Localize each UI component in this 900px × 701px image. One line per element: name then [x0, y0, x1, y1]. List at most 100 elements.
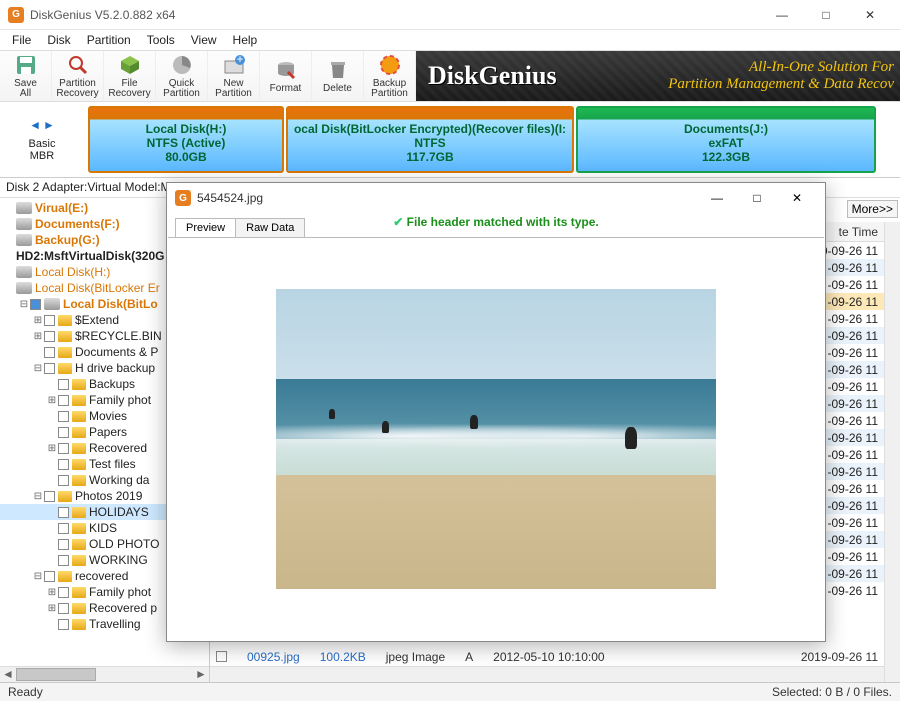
file-type: jpeg Image [386, 650, 445, 664]
folder-icon [72, 395, 86, 406]
expand-icon[interactable]: ⊞ [46, 395, 58, 406]
brand-banner: DiskGenius All-In-One Solution For Parti… [416, 51, 900, 101]
tree-label: OLD PHOTO [89, 537, 159, 551]
tree-checkbox[interactable] [44, 491, 55, 502]
maximize-button[interactable]: □ [804, 1, 848, 29]
folder-icon [72, 475, 86, 486]
preview-title: 5454524.jpg [197, 191, 697, 205]
menu-help[interactable]: Help [225, 31, 266, 49]
partition-localdiskh[interactable]: Local Disk(H:)NTFS (Active)80.0GB [88, 106, 284, 173]
preview-minimize-button[interactable]: — [697, 184, 737, 212]
zoom-icon [66, 53, 90, 77]
tree-checkbox[interactable] [58, 427, 69, 438]
tree-checkbox[interactable] [44, 315, 55, 326]
preview-app-icon: G [175, 190, 191, 206]
toolbar-save-all[interactable]: SaveAll [0, 51, 52, 101]
tree-checkbox[interactable] [58, 411, 69, 422]
folder-icon [72, 427, 86, 438]
tree-checkbox[interactable] [58, 523, 69, 534]
tree-label: Local Disk(BitLo [63, 297, 158, 311]
scroll-left-icon[interactable]: ◄ [0, 667, 16, 682]
tree-label: $RECYCLE.BIN [75, 329, 162, 343]
disk-icon [44, 298, 60, 310]
sidebar-hscrollbar[interactable]: ◄ ► [0, 666, 209, 682]
tree-label: $Extend [75, 313, 119, 327]
expand-icon[interactable]: ⊞ [46, 603, 58, 614]
toolbar-label: FileRecovery [108, 79, 150, 99]
menu-tools[interactable]: Tools [139, 31, 183, 49]
expand-icon[interactable]: ⊟ [18, 299, 30, 310]
prev-disk-arrow-icon[interactable]: ◄ [29, 118, 41, 132]
preview-maximize-button[interactable]: □ [737, 184, 777, 212]
expand-icon[interactable]: ⊟ [32, 363, 44, 374]
toolbar-backup-partition[interactable]: BackupPartition [364, 51, 416, 101]
tree-checkbox[interactable] [58, 507, 69, 518]
toolbar-new-partition[interactable]: +NewPartition [208, 51, 260, 101]
disk-icon [16, 266, 32, 278]
tree-label: Test files [89, 457, 136, 471]
toolbar-format[interactable]: Format [260, 51, 312, 101]
toolbar-label: NewPartition [215, 79, 252, 99]
tree-checkbox[interactable] [58, 459, 69, 470]
preview-close-button[interactable]: ✕ [777, 184, 817, 212]
expand-icon[interactable]: ⊞ [32, 315, 44, 326]
expand-icon[interactable]: ⊟ [32, 491, 44, 502]
tree-checkbox[interactable] [58, 395, 69, 406]
titlebar: G DiskGenius V5.2.0.882 x64 — □ ✕ [0, 0, 900, 30]
tree-checkbox[interactable] [44, 331, 55, 342]
scrollbar-thumb[interactable] [16, 668, 96, 681]
disk-selector: ◄ ► Basic MBR [0, 102, 84, 177]
save-icon [14, 53, 38, 77]
file-date: 2012-05-10 10:10:00 [493, 650, 604, 664]
menu-disk[interactable]: Disk [39, 31, 78, 49]
brand-name: DiskGenius [428, 61, 557, 91]
toolbar-label: BackupPartition [371, 79, 408, 99]
tree-checkbox[interactable] [44, 363, 55, 374]
tree-checkbox[interactable] [58, 555, 69, 566]
toolbar-quick-partition[interactable]: QuickPartition [156, 51, 208, 101]
toolbar-partition-recovery[interactable]: PartitionRecovery [52, 51, 104, 101]
tree-checkbox[interactable] [44, 571, 55, 582]
tree-label: H drive backup [75, 361, 155, 375]
menu-view[interactable]: View [183, 31, 225, 49]
content-vscrollbar[interactable] [884, 222, 900, 682]
toolbar-file-recovery[interactable]: FileRecovery [104, 51, 156, 101]
brand-tagline: All-In-One Solution For Partition Manage… [668, 59, 900, 93]
more-button[interactable]: More>> [847, 200, 898, 218]
content-hscrollbar[interactable] [210, 666, 884, 682]
tree-checkbox[interactable] [30, 299, 41, 310]
tree-checkbox[interactable] [58, 619, 69, 630]
status-right: Selected: 0 B / 0 Files. [772, 685, 892, 699]
toolbar-delete[interactable]: Delete [312, 51, 364, 101]
tree-checkbox[interactable] [58, 379, 69, 390]
minimize-button[interactable]: — [760, 1, 804, 29]
partition-ocaldiskbitlockerencryptedrecoverfilesi[interactable]: ocal Disk(BitLocker Encrypted)(Recover f… [286, 106, 574, 173]
tree-checkbox[interactable] [44, 347, 55, 358]
expand-icon[interactable]: ⊞ [46, 443, 58, 454]
tree-checkbox[interactable] [58, 539, 69, 550]
folder-icon [58, 571, 72, 582]
scroll-right-icon[interactable]: ► [193, 667, 209, 682]
expand-icon[interactable]: ⊟ [32, 571, 44, 582]
status-left: Ready [8, 685, 43, 699]
tree-checkbox[interactable] [58, 475, 69, 486]
folder-icon [58, 331, 72, 342]
disk-icon [16, 218, 32, 230]
new-icon: + [222, 53, 246, 77]
disk-type-label: Basic MBR [29, 138, 56, 162]
tree-checkbox[interactable] [58, 443, 69, 454]
expand-icon[interactable]: ⊞ [46, 587, 58, 598]
file-attr: A [465, 650, 473, 664]
tree-checkbox[interactable] [58, 587, 69, 598]
expand-icon[interactable]: ⊞ [32, 331, 44, 342]
menu-file[interactable]: File [4, 31, 39, 49]
row-checkbox[interactable] [216, 651, 227, 662]
bottom-file-row[interactable]: 00925.jpg 100.2KB jpeg Image A 2012-05-1… [216, 648, 878, 665]
tree-checkbox[interactable] [58, 603, 69, 614]
close-button[interactable]: ✕ [848, 1, 892, 29]
file-name: 00925.jpg [247, 650, 300, 664]
partition-documentsj[interactable]: Documents(J:)exFAT122.3GB [576, 106, 876, 173]
format-icon [274, 58, 298, 82]
menu-partition[interactable]: Partition [79, 31, 139, 49]
next-disk-arrow-icon[interactable]: ► [43, 118, 55, 132]
